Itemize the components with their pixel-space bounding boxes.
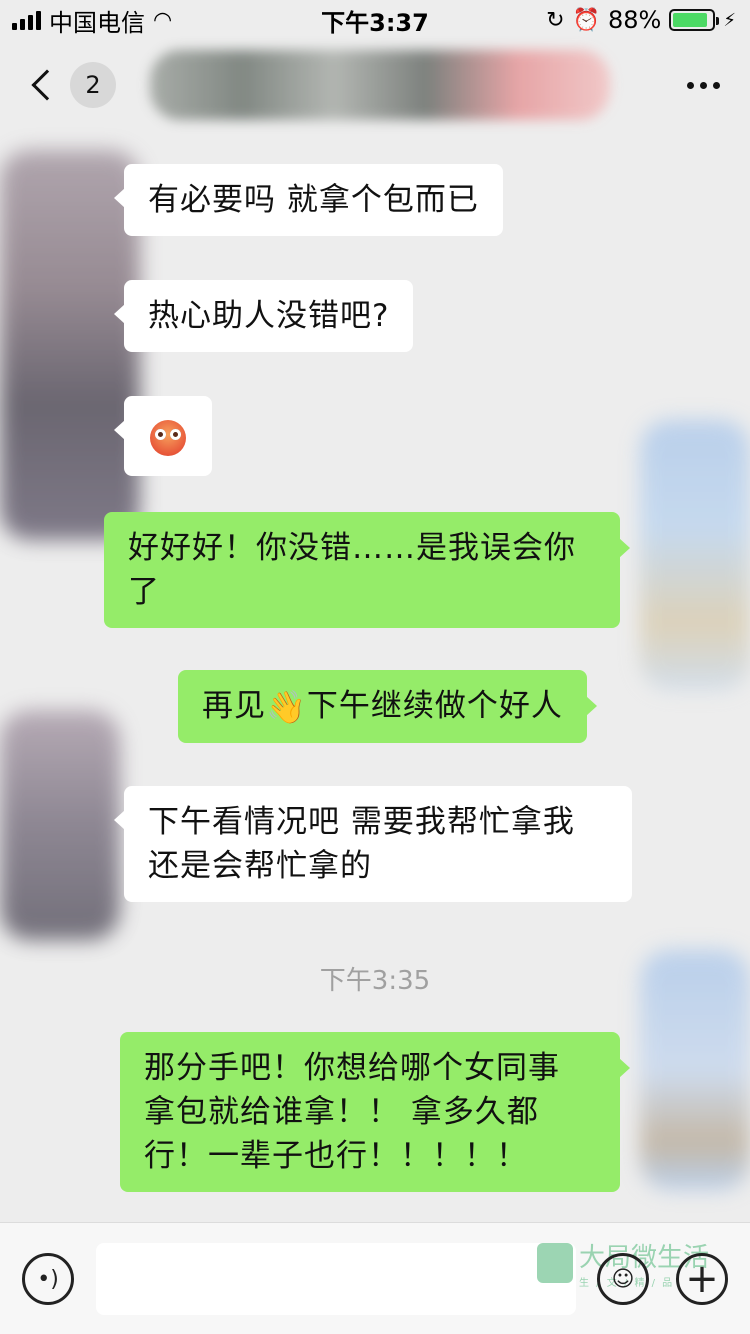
chat-area[interactable]: 有必要吗 就拿个包而已 热心助人没错吧? 好好好！你没错……是我误会你 了 再见… bbox=[0, 130, 750, 1220]
more-dot-icon bbox=[713, 81, 720, 89]
message-text-line: 那分手吧！你想给哪个女同事 bbox=[144, 1050, 560, 1086]
chat-screen: 中国电信 ◠ 下午3:37 ↻ ⏰ 88% ⚡ 2 有必要吗 就拿个包而已 热心… bbox=[0, 0, 750, 1334]
contact-avatar-redacted[interactable] bbox=[0, 710, 120, 940]
emoji-picker-button[interactable]: ☺ bbox=[597, 1253, 649, 1305]
wifi-icon: ◠ bbox=[153, 7, 173, 33]
message-text: 再见 bbox=[202, 688, 266, 724]
input-bar: •) 大局微生活 生 / 文 / 精 / 品 ☺ + bbox=[0, 1222, 750, 1334]
plus-icon: + bbox=[685, 1256, 719, 1302]
message-text-line: 了 bbox=[128, 574, 160, 610]
more-actions-button[interactable]: + bbox=[676, 1253, 728, 1305]
message-bubble-outgoing[interactable]: 好好好！你没错……是我误会你 了 bbox=[104, 512, 630, 628]
status-right: ↻ ⏰ 88% ⚡ bbox=[546, 6, 736, 34]
rotation-lock-icon: ↻ bbox=[546, 7, 565, 33]
status-left: 中国电信 ◠ bbox=[12, 3, 172, 38]
message-input[interactable] bbox=[96, 1243, 576, 1315]
smiley-icon: ☺ bbox=[611, 1266, 635, 1292]
more-dot-icon bbox=[700, 81, 707, 89]
user-avatar-redacted[interactable] bbox=[640, 420, 750, 690]
flushed-face-icon bbox=[150, 419, 186, 456]
carrier-label: 中国电信 bbox=[49, 8, 145, 37]
message-text-line: 行！一辈子也行！！！！！ bbox=[144, 1138, 528, 1174]
battery-fill bbox=[673, 13, 707, 27]
message-bubble-incoming[interactable] bbox=[114, 396, 212, 476]
message-bubble-outgoing[interactable]: 再见👋下午继续做个好人 bbox=[178, 670, 597, 743]
unread-badge: 2 bbox=[70, 62, 116, 108]
contact-name-redacted bbox=[150, 50, 610, 120]
message-text-line: 还是会帮忙拿的 bbox=[148, 848, 372, 884]
message-text: 热心助人没错吧? bbox=[148, 298, 390, 334]
battery-icon bbox=[669, 9, 720, 31]
message-bubble-incoming[interactable]: 有必要吗 就拿个包而已 bbox=[114, 164, 503, 236]
battery-percent: 88% bbox=[608, 6, 662, 34]
message-bubble-outgoing[interactable]: 那分手吧！你想给哪个女同事 拿包就给谁拿！！ 拿多久都 行！一辈子也行！！！！！ bbox=[120, 1032, 630, 1192]
message-timestamp: 下午3:35 bbox=[319, 966, 431, 996]
more-dot-icon bbox=[687, 81, 694, 89]
message-text: 有必要吗 就拿个包而已 bbox=[148, 182, 479, 218]
voice-input-button[interactable]: •) bbox=[22, 1253, 74, 1305]
waving-hand-icon: 👋 bbox=[266, 688, 307, 726]
message-text: 下午继续做个好人 bbox=[306, 688, 563, 724]
alarm-icon: ⏰ bbox=[572, 7, 601, 33]
charging-icon: ⚡ bbox=[723, 9, 736, 31]
signal-icon bbox=[12, 10, 41, 30]
message-text-line: 拿包就给谁拿！！ 拿多久都 bbox=[144, 1094, 539, 1130]
status-bar: 中国电信 ◠ 下午3:37 ↻ ⏰ 88% ⚡ bbox=[0, 0, 750, 40]
more-button[interactable] bbox=[677, 72, 730, 99]
message-text-line: 下午看情况吧 需要我帮忙拿我 bbox=[148, 804, 575, 840]
chevron-left-icon bbox=[31, 69, 63, 101]
message-bubble-incoming[interactable]: 热心助人没错吧? bbox=[113, 280, 414, 352]
nav-bar: 2 bbox=[0, 40, 750, 130]
voice-wave-icon: •) bbox=[37, 1266, 59, 1292]
message-bubble-incoming[interactable]: 下午看情况吧 需要我帮忙拿我 还是会帮忙拿的 bbox=[114, 786, 632, 902]
back-button[interactable]: 2 bbox=[28, 62, 116, 108]
message-text-line: 好好好！你没错……是我误会你 bbox=[128, 530, 576, 566]
contact-avatar-redacted[interactable] bbox=[0, 150, 140, 540]
